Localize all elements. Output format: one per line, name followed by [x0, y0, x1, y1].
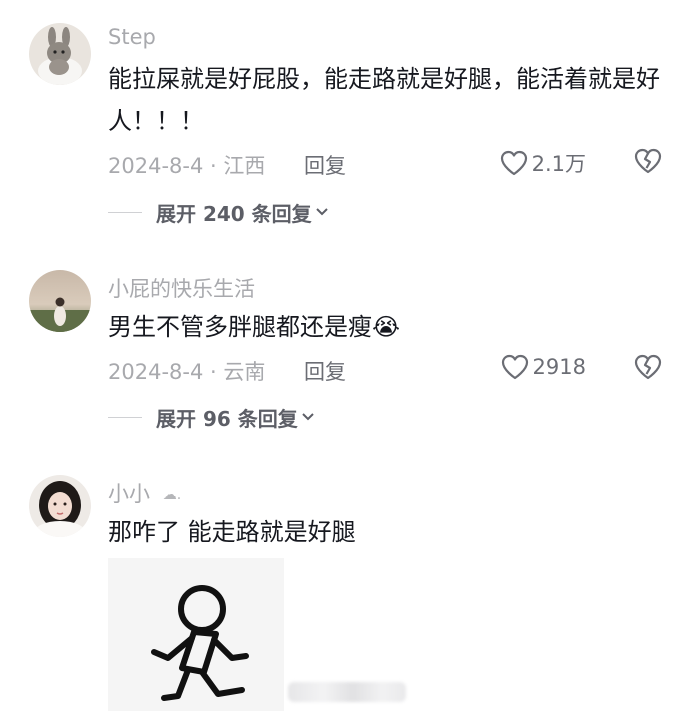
- like-count: 2.1万: [531, 152, 586, 176]
- broken-heart-icon: [634, 354, 662, 380]
- comment-meta: 2024-8-4 · 江西 回复 2.1万: [108, 148, 662, 184]
- username[interactable]: Step: [108, 25, 156, 49]
- chevron-down-icon: [315, 208, 328, 216]
- blurred-watermark: [288, 682, 406, 702]
- like-button[interactable]: 2.1万: [500, 148, 586, 178]
- divider-line: [108, 416, 142, 418]
- username-badge: ☁.: [162, 487, 182, 503]
- avatar[interactable]: [29, 475, 91, 537]
- dislike-button[interactable]: [634, 354, 662, 385]
- broken-heart-icon: [634, 148, 662, 174]
- comment-text: 那咋了 能走路就是好腿: [108, 518, 356, 546]
- dislike-button[interactable]: [634, 148, 662, 179]
- reply-button[interactable]: 回复: [304, 150, 346, 180]
- comment-item: Step 能拉屎就是好屁股，能走路就是好腿，能活着就是好人！！！ 2024-8-…: [0, 0, 690, 250]
- expand-replies-label: 展开 240 条回复: [156, 201, 312, 226]
- comment-date-location: 2024-8-4 · 江西: [108, 154, 266, 178]
- avatar[interactable]: [29, 270, 91, 332]
- username-text: 小小: [108, 482, 150, 506]
- comment-item: 小屁的快乐生活 男生不管多胖腿都还是瘦😭 2024-8-4 · 云南 回复 29…: [0, 250, 690, 450]
- comment-text: 能拉屎就是好屁股，能走路就是好腿，能活着就是好人！！！: [108, 65, 660, 135]
- chevron-down-icon: [302, 413, 314, 421]
- expand-replies-button[interactable]: 展开 240 条回复: [108, 197, 329, 227]
- comment-item: 小小 ☁. 那咋了 能走路就是好腿: [0, 450, 690, 711]
- comment-meta: 2024-8-4 · 云南 回复 2918: [108, 354, 662, 390]
- sticker-image[interactable]: [108, 558, 284, 711]
- username[interactable]: 小屁的快乐生活: [108, 273, 255, 303]
- like-button[interactable]: 2918: [501, 354, 586, 380]
- heart-outline-icon: [500, 150, 527, 176]
- avatar[interactable]: [29, 23, 91, 85]
- like-count: 2918: [532, 355, 586, 379]
- comment-date-location: 2024-8-4 · 云南: [108, 360, 266, 384]
- username[interactable]: 小小 ☁.: [108, 478, 181, 508]
- expand-replies-label: 展开 96 条回复: [156, 406, 298, 431]
- heart-outline-icon: [501, 354, 528, 380]
- expand-replies-button[interactable]: 展开 96 条回复: [108, 402, 315, 432]
- reply-button[interactable]: 回复: [304, 356, 346, 386]
- stick-figure-walking-icon: [151, 585, 249, 701]
- divider-line: [108, 211, 142, 213]
- comment-text: 男生不管多胖腿都还是瘦😭: [108, 313, 401, 341]
